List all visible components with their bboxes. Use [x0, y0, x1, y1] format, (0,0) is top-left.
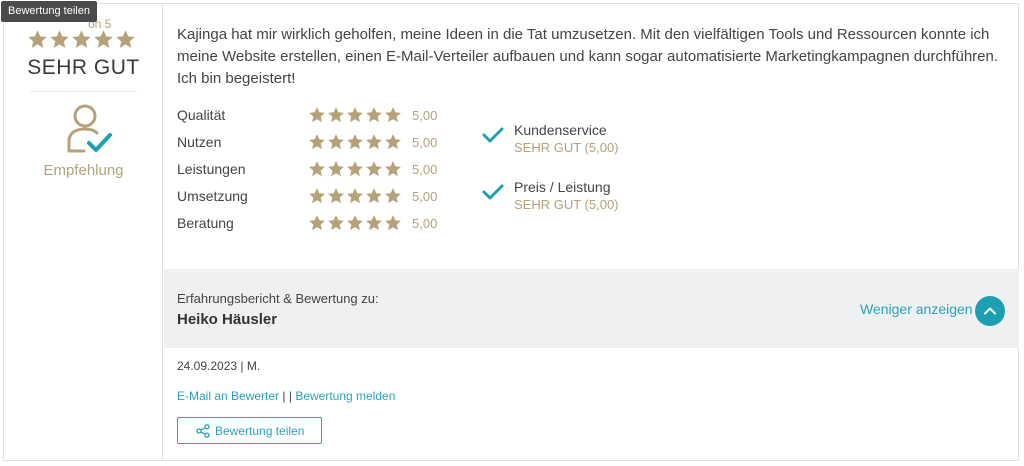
star-icon [384, 214, 402, 232]
rating-row-qualitaet: Qualität 5,00 [177, 105, 477, 132]
rating-stars [308, 160, 402, 178]
rating-label: Beratung [177, 215, 234, 231]
show-less-link[interactable]: Weniger anzeigen [860, 301, 973, 317]
star-icon [365, 160, 383, 178]
report-review-link[interactable]: Bewertung melden [295, 389, 395, 403]
star-icon [327, 106, 345, 124]
rating-label: Umsetzung [177, 188, 248, 204]
divider [30, 91, 137, 92]
person-check-icon [67, 104, 112, 153]
star-icon [384, 160, 402, 178]
rating-label: Qualität [177, 107, 226, 123]
star-icon [27, 29, 48, 50]
rating-value: 5,00 [412, 216, 438, 231]
rating-value: 5,00 [412, 162, 438, 177]
extra-label: Preis / Leistung [514, 179, 611, 195]
rating-value: 5,00 [412, 135, 438, 150]
star-icon [308, 214, 326, 232]
star-icon [327, 214, 345, 232]
star-icon [346, 133, 364, 151]
star-icon [308, 160, 326, 178]
star-icon [365, 106, 383, 124]
rating-stars [308, 133, 402, 151]
share-tooltip: Bewertung teilen [1, 1, 97, 22]
star-icon [93, 29, 114, 50]
link-separator: | | [282, 389, 292, 403]
rating-row-beratung: Beratung 5,00 [177, 213, 477, 240]
star-icon [346, 160, 364, 178]
check-icon [482, 184, 504, 200]
ratings-list: Qualität 5,00 Nutzen 5,00 Leistungen 5,0… [177, 105, 477, 240]
star-icon [308, 187, 326, 205]
star-icon [346, 187, 364, 205]
star-icon [308, 106, 326, 124]
reviewed-person-name: Heiko Häusler [177, 311, 278, 328]
share-icon [196, 424, 210, 438]
summary-column: on 5 SEHR GUT Empfehlung [4, 4, 163, 460]
overall-stars [27, 29, 136, 50]
star-icon [365, 187, 383, 205]
chevron-up-icon [984, 307, 996, 315]
rating-label: Nutzen [177, 134, 222, 150]
rating-stars [308, 106, 402, 124]
rating-row-nutzen: Nutzen 5,00 [177, 132, 477, 159]
star-icon [115, 29, 136, 50]
star-icon [327, 187, 345, 205]
email-reviewer-link[interactable]: E-Mail an Bewerter [177, 389, 279, 403]
rating-row-leistungen: Leistungen 5,00 [177, 159, 477, 186]
rating-value: 5,00 [412, 108, 438, 123]
review-date-author: 24.09.2023 | M. [177, 359, 261, 373]
review-card: on 5 SEHR GUT Empfehlung Bewertung teile… [1, 1, 1019, 461]
star-icon [71, 29, 92, 50]
overall-verdict: SEHR GUT [27, 56, 140, 79]
review-actions: E-Mail an Bewerter | | Bewertung melden [177, 389, 395, 403]
extra-value: SEHR GUT (5,00) [514, 140, 619, 155]
rating-stars [308, 187, 402, 205]
extra-label: Kundenservice [514, 122, 607, 138]
check-icon [482, 127, 504, 143]
star-icon [384, 133, 402, 151]
star-icon [327, 160, 345, 178]
collapse-button[interactable] [975, 296, 1005, 326]
star-icon [308, 133, 326, 151]
star-icon [365, 133, 383, 151]
extra-value: SEHR GUT (5,00) [514, 197, 619, 212]
star-icon [365, 214, 383, 232]
share-review-button[interactable]: Bewertung teilen [177, 417, 322, 444]
star-icon [384, 106, 402, 124]
star-icon [49, 29, 70, 50]
star-icon [384, 187, 402, 205]
report-title: Erfahrungsbericht & Bewertung zu: [177, 291, 379, 306]
star-icon [327, 133, 345, 151]
recommendation-label: Empfehlung [43, 162, 124, 179]
star-icon [346, 106, 364, 124]
rating-label: Leistungen [177, 161, 246, 177]
star-icon [346, 214, 364, 232]
share-label: Bewertung teilen [215, 424, 305, 438]
review-text: Kajinga hat mir wirklich geholfen, meine… [177, 26, 999, 87]
rating-value: 5,00 [412, 189, 438, 204]
report-header: Erfahrungsbericht & Bewertung zu: Heiko … [164, 269, 1019, 348]
rating-stars [308, 214, 402, 232]
rating-row-umsetzung: Umsetzung 5,00 [177, 186, 477, 213]
